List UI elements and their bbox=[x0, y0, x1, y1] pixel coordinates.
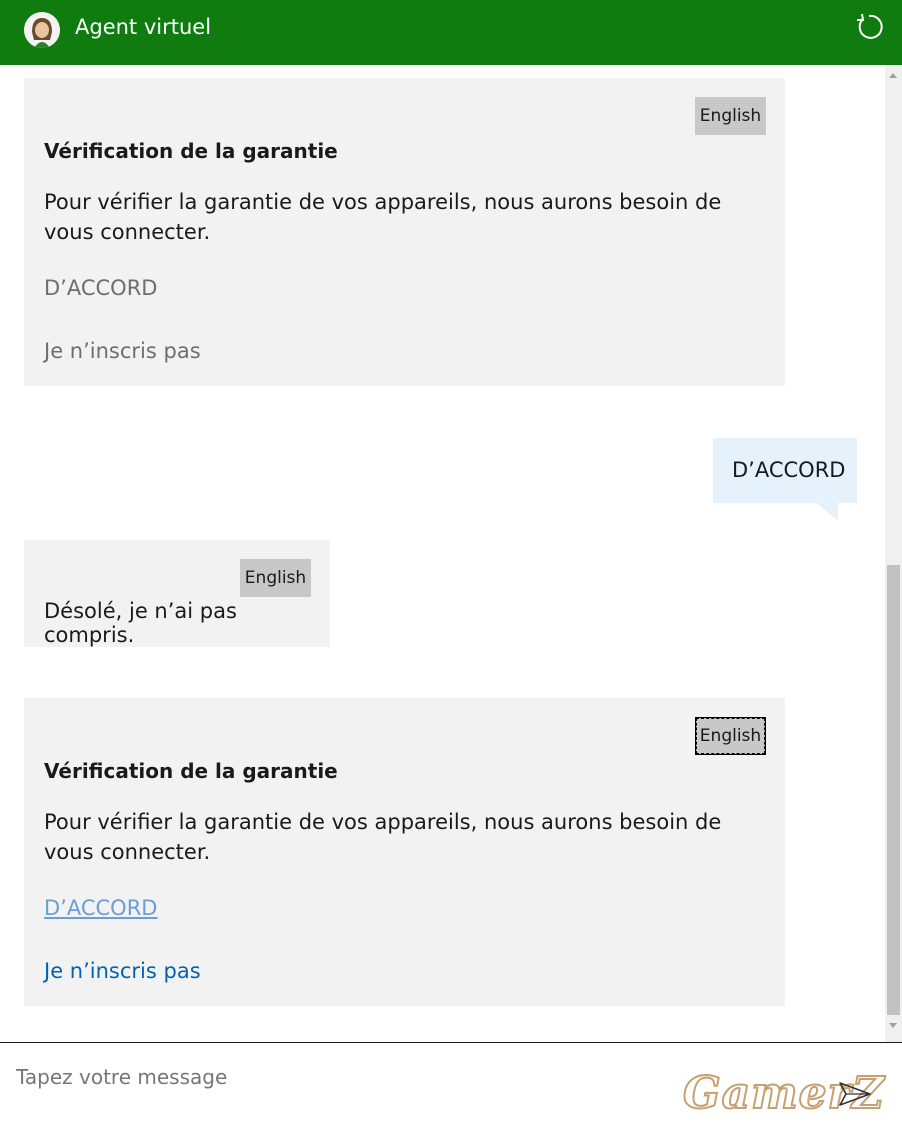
warranty-card: English Vérification de la garantie Pour… bbox=[24, 698, 785, 1006]
user-bubble-tail bbox=[817, 503, 838, 521]
user-message-bubble: D’ACCORD bbox=[713, 438, 857, 503]
translate-english-button[interactable]: English bbox=[695, 717, 766, 755]
decline-button[interactable]: Je n’inscris pas bbox=[44, 339, 201, 363]
agree-button[interactable]: D’ACCORD bbox=[44, 276, 157, 300]
agree-button[interactable]: D’ACCORD bbox=[44, 896, 157, 920]
card-title: Vérification de la garantie bbox=[44, 139, 338, 163]
card-title: Vérification de la garantie bbox=[44, 759, 338, 783]
bot-message-text: Désolé, je n’ai pas compris. bbox=[44, 599, 237, 647]
header-title: Agent virtuel bbox=[75, 15, 212, 39]
scroll-up-arrow-icon[interactable] bbox=[889, 73, 897, 78]
translate-english-button[interactable]: English bbox=[695, 97, 766, 135]
decline-button[interactable]: Je n’inscris pas bbox=[44, 959, 201, 983]
send-icon[interactable] bbox=[838, 1080, 872, 1108]
card-body-text: Pour vérifier la garantie de vos apparei… bbox=[44, 190, 722, 244]
card-body-text: Pour vérifier la garantie de vos apparei… bbox=[44, 810, 722, 864]
bot-message-bubble: English Désolé, je n’ai pas compris. bbox=[24, 540, 330, 647]
message-list: English Vérification de la garantie Pour… bbox=[0, 65, 885, 1042]
refresh-icon[interactable] bbox=[852, 10, 886, 44]
user-message-text: D’ACCORD bbox=[732, 458, 846, 482]
chat-scrollbar[interactable] bbox=[885, 65, 902, 1042]
agent-avatar bbox=[24, 12, 60, 48]
chat-header: Agent virtuel bbox=[0, 0, 902, 65]
warranty-card: English Vérification de la garantie Pour… bbox=[24, 78, 785, 386]
scroll-thumb[interactable] bbox=[887, 565, 900, 1015]
translate-english-button[interactable]: English bbox=[240, 559, 311, 597]
message-input[interactable] bbox=[14, 1061, 658, 1093]
scroll-down-arrow-icon[interactable] bbox=[889, 1023, 897, 1028]
